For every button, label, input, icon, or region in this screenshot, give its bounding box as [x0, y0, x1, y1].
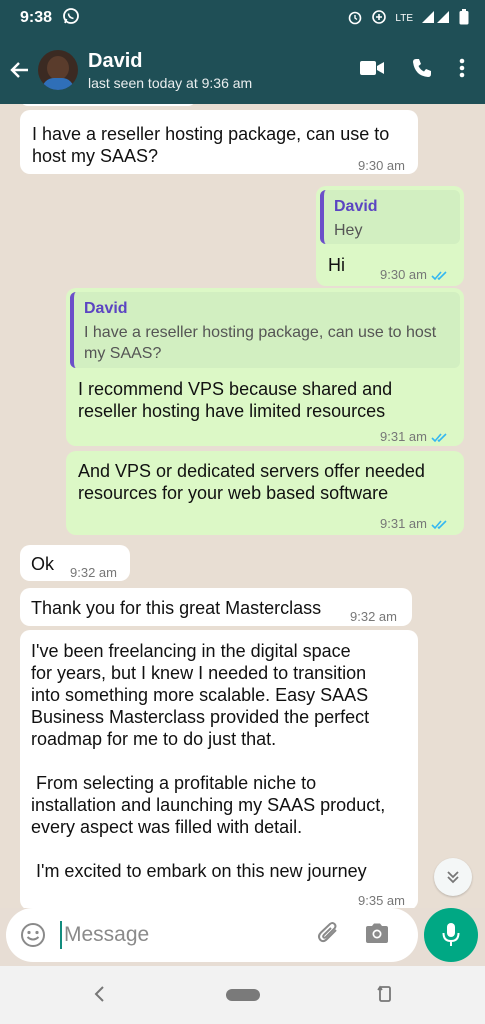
- message-time: 9:32 am: [70, 565, 117, 580]
- message-bubble-incoming[interactable]: I've been freelancing in the digital spa…: [20, 630, 418, 908]
- nav-home-pill[interactable]: [226, 989, 260, 1001]
- message-time: 9:31 am: [380, 516, 427, 531]
- signal-icon: [421, 10, 451, 27]
- message-text: I've been freelancing in the digital spa…: [31, 641, 351, 661]
- nav-back-button[interactable]: [92, 984, 106, 1009]
- status-time: 9:38: [20, 9, 53, 26]
- message-text: installation and launching my SAAS produ…: [31, 795, 386, 815]
- double-check-icon: [431, 432, 447, 442]
- message-text: And VPS or dedicated servers offer neede…: [78, 461, 425, 481]
- message-input[interactable]: Message: [60, 921, 310, 949]
- chevrons-down-icon: [447, 871, 459, 884]
- quoted-sender: David: [334, 198, 378, 215]
- more-options-button[interactable]: [459, 57, 465, 84]
- message-time: 9:30 am: [380, 267, 427, 282]
- message-bubble-incoming[interactable]: I have a reseller hosting package, can u…: [20, 110, 418, 174]
- message-text: Hi: [328, 255, 345, 275]
- emoji-icon: [21, 923, 45, 947]
- attach-icon: [317, 921, 337, 942]
- message-bubble-outgoing[interactable]: And VPS or dedicated servers offer neede…: [66, 451, 464, 535]
- system-nav-bar: [0, 966, 485, 1024]
- message-text: into something more scalable. Easy SAAS: [31, 685, 369, 705]
- whatsapp-icon: [62, 7, 80, 30]
- quoted-message[interactable]: David I have a reseller hosting package,…: [70, 292, 460, 368]
- attach-button[interactable]: [316, 920, 342, 951]
- message-text: Thank you for this great Masterclass: [31, 598, 322, 618]
- message-text: I recommend VPS because shared and: [78, 379, 393, 399]
- quoted-text: Hey: [334, 222, 363, 239]
- message-text: Ok: [31, 554, 55, 574]
- contact-name: David: [88, 49, 143, 72]
- message-bubble-outgoing[interactable]: David I have a reseller hosting package,…: [66, 288, 464, 446]
- phone-icon: [413, 58, 431, 77]
- quoted-text: I have a reseller hosting package, can u…: [84, 324, 437, 341]
- message-text: every aspect was filled with detail.: [31, 817, 303, 837]
- message-bubble-incoming[interactable]: Thank you for this great Masterclass 9:3…: [20, 588, 412, 626]
- avatar[interactable]: [38, 50, 78, 90]
- chat-area[interactable]: I have a reseller hosting package, can u…: [0, 104, 485, 908]
- back-arrow-icon: [10, 62, 28, 78]
- alarm-icon: [347, 9, 363, 28]
- emoji-button[interactable]: [20, 922, 46, 948]
- message-text: host my SAAS?: [32, 146, 159, 166]
- message-text: reseller hosting have limited resources: [78, 401, 386, 421]
- message-text: I have a reseller hosting package, can u…: [32, 124, 390, 144]
- message-time: 9:32 am: [350, 609, 397, 624]
- double-check-icon: [431, 519, 447, 529]
- message-text: Business Masterclass provided the perfec…: [31, 707, 370, 727]
- rotate-icon: [377, 985, 391, 1002]
- last-seen: last seen today at 9:36 am: [88, 74, 253, 91]
- data-saver-icon: [371, 9, 387, 28]
- network-type: LTE: [395, 12, 413, 24]
- message-text: for years, but I knew I needed to transi…: [31, 663, 367, 683]
- quoted-text: my SAAS?: [84, 345, 162, 362]
- message-text: resources for your web based software: [78, 483, 389, 503]
- voice-call-button[interactable]: [411, 57, 433, 84]
- video-call-button[interactable]: [359, 59, 385, 82]
- camera-button[interactable]: [364, 922, 390, 949]
- quoted-sender: David: [84, 300, 128, 317]
- camera-icon: [366, 923, 388, 943]
- video-call-icon: [360, 60, 384, 75]
- message-bubble-incoming[interactable]: Ok 9:32 am: [20, 545, 130, 581]
- status-bar: 9:38 LTE: [0, 0, 485, 36]
- contact-info[interactable]: David last seen today at 9:36 am: [88, 50, 252, 91]
- voice-record-button[interactable]: [424, 908, 478, 962]
- nav-rotate-button[interactable]: [376, 984, 394, 1009]
- message-time: 9:30 am: [358, 158, 405, 173]
- nav-back-icon: [94, 986, 104, 1002]
- message-text: I'm excited to embark on this new journe…: [36, 861, 367, 881]
- scroll-to-bottom-button[interactable]: [434, 858, 472, 896]
- message-bubble-outgoing[interactable]: David Hey Hi 9:30 am: [316, 186, 464, 286]
- message-bubble-partial: [20, 104, 196, 106]
- message-composer: Message: [6, 908, 418, 962]
- more-vert-icon: [459, 58, 465, 77]
- message-time: 9:31 am: [380, 429, 427, 444]
- mic-icon: [442, 923, 460, 946]
- chat-header: David last seen today at 9:36 am: [0, 36, 485, 104]
- double-check-icon: [431, 270, 447, 280]
- message-text: roadmap for me to do just that.: [31, 729, 277, 749]
- message-text: From selecting a profitable niche to: [36, 773, 317, 793]
- battery-icon: [459, 8, 469, 28]
- message-time: 9:35 am: [358, 893, 405, 908]
- quoted-message[interactable]: David Hey: [320, 190, 460, 244]
- back-button[interactable]: [2, 52, 38, 88]
